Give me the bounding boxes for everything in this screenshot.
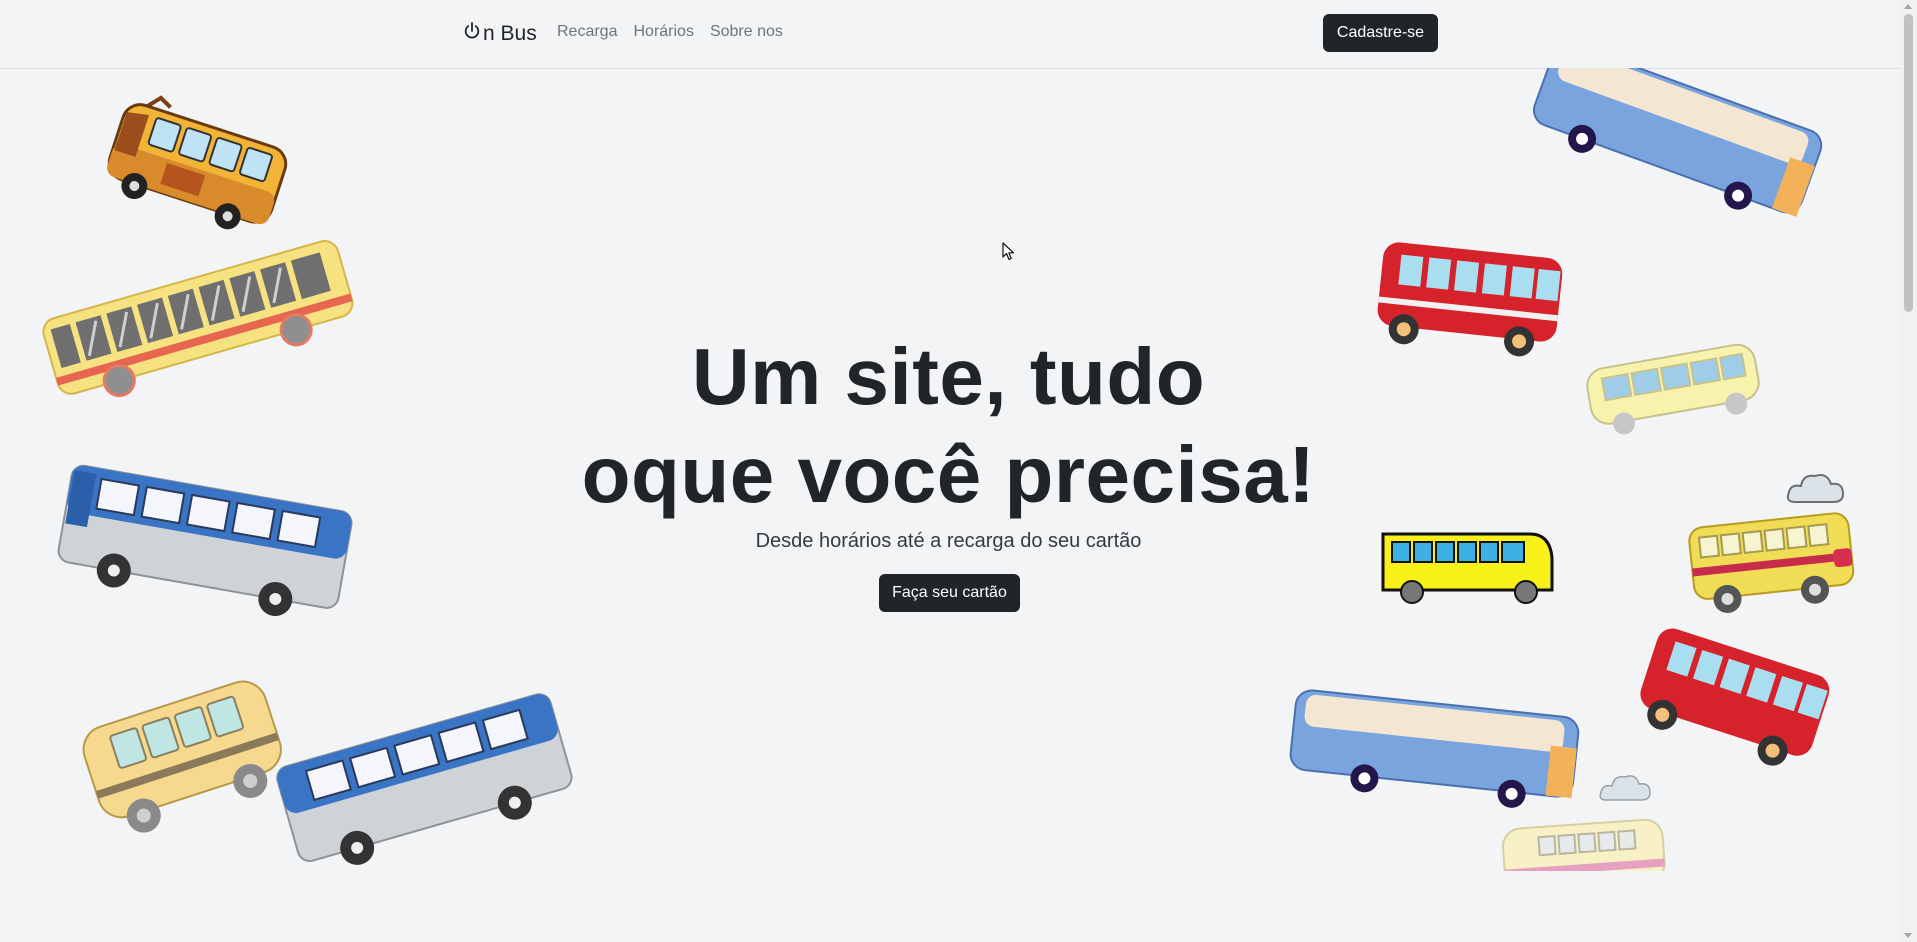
power-icon [462,21,482,47]
hero-title-line-1: Um site, tudo [691,332,1206,421]
vertical-scrollbar[interactable] [1900,0,1917,942]
city-bus-icon [1579,335,1770,445]
make-card-button[interactable]: Faça seu cartão [879,574,1020,612]
top-navbar: n Bus Recarga Horários Sobre nos Cadastr… [0,0,1900,69]
mouse-cursor-icon [1002,242,1016,262]
coach-bus-icon [31,224,369,418]
city-bus-icon [1497,812,1672,871]
school-bus-icon [85,80,306,262]
nav-link-recarga[interactable]: Recarga [557,23,617,41]
nav-link-horarios[interactable]: Horários [633,23,693,41]
coach-bus-icon [1520,68,1840,236]
hero-subtitle: Desde horários até a recarga do seu cart… [755,530,1142,552]
scroll-up-arrow-icon[interactable] [1904,4,1912,9]
coach-bus-icon [268,680,587,871]
city-bus-icon [1380,528,1555,608]
hero-title-line-2: oque você precisa! [581,430,1316,519]
hero-title: Um site, tudo oque você precisa! [560,328,1337,524]
scrollbar-thumb[interactable] [1904,14,1913,312]
school-bus-icon [64,659,307,857]
brand-text: n Bus [483,22,537,45]
cloud-icon [1598,770,1654,806]
nav-links: Recarga Horários Sobre nos [557,23,783,41]
scroll-down-arrow-icon[interactable] [1904,933,1912,938]
double-decker-bus-icon [1370,236,1570,365]
nav-link-sobre-nos[interactable]: Sobre nos [710,23,783,41]
coach-bus-icon [1283,681,1594,816]
double-decker-bus-icon [1626,619,1841,782]
signup-button[interactable]: Cadastre-se [1323,14,1438,52]
school-bus-icon [1683,499,1864,626]
brand-logo[interactable]: n Bus [462,20,537,48]
coach-bus-icon [49,453,362,632]
